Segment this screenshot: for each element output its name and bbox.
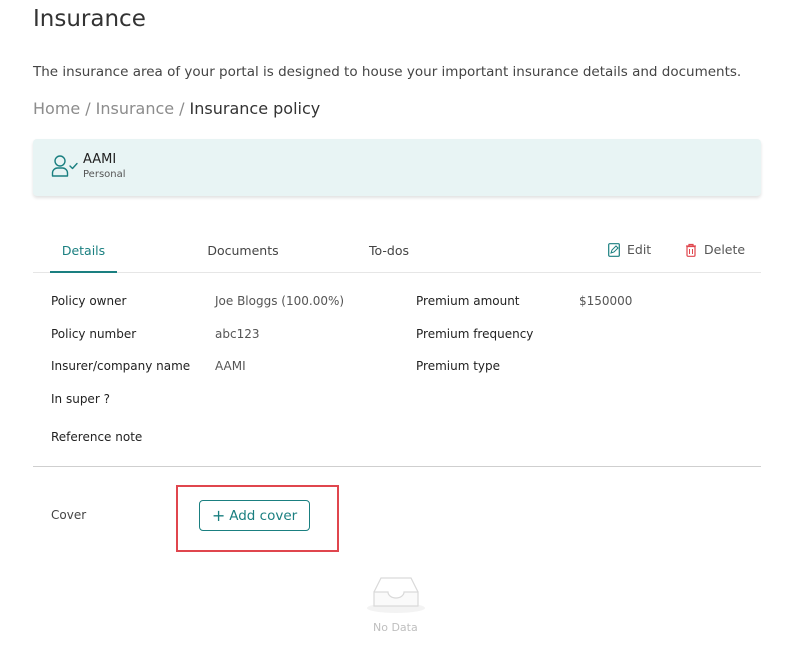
page-title: Insurance bbox=[33, 6, 146, 32]
insurer-label: Insurer/company name bbox=[51, 359, 191, 373]
breadcrumb-separator: / bbox=[85, 99, 91, 118]
delete-button[interactable]: Delete bbox=[685, 242, 745, 257]
trash-icon bbox=[686, 243, 696, 257]
premium-frequency-label: Premium frequency bbox=[416, 327, 534, 341]
reference-note-label: Reference note bbox=[51, 430, 143, 444]
user-check-icon bbox=[51, 155, 78, 177]
insurer-value: AAMI bbox=[215, 359, 246, 373]
edit-button[interactable]: Edit bbox=[608, 242, 651, 257]
plus-icon: + bbox=[211, 505, 226, 525]
policy-number-label: Policy number bbox=[51, 327, 137, 341]
tab-bar: Details Documents To-dos Edit Delete bbox=[33, 230, 761, 273]
cover-label: Cover bbox=[51, 508, 87, 522]
add-cover-label: Add cover bbox=[229, 507, 298, 524]
edit-icon bbox=[608, 242, 620, 257]
section-divider bbox=[33, 466, 761, 467]
add-cover-button[interactable]: + Add cover bbox=[199, 500, 310, 531]
policy-kind: Personal bbox=[83, 169, 126, 180]
tab-todos[interactable]: To-dos bbox=[364, 230, 414, 273]
tab-documents[interactable]: Documents bbox=[205, 230, 281, 273]
tab-details[interactable]: Details bbox=[50, 230, 117, 273]
edit-label: Edit bbox=[627, 242, 652, 257]
policy-card: AAMI Personal bbox=[33, 139, 761, 196]
in-super-label: In super ? bbox=[51, 392, 110, 406]
page-intro: The insurance area of your portal is des… bbox=[33, 64, 742, 80]
breadcrumb-current: Insurance policy bbox=[189, 99, 321, 118]
policy-owner-label: Policy owner bbox=[51, 294, 127, 308]
delete-label: Delete bbox=[704, 242, 746, 257]
policy-number-value: abc123 bbox=[215, 327, 260, 341]
premium-amount-label: Premium amount bbox=[416, 294, 520, 308]
premium-type-label: Premium type bbox=[416, 359, 501, 373]
breadcrumb-separator: / bbox=[179, 99, 185, 118]
breadcrumb-insurance[interactable]: Insurance bbox=[96, 99, 175, 118]
breadcrumb: Home / Insurance / Insurance policy bbox=[33, 99, 320, 118]
insurance-page: Insurance The insurance area of your por… bbox=[0, 0, 787, 656]
empty-inbox-icon bbox=[367, 577, 425, 613]
premium-amount-value: $150000 bbox=[579, 294, 633, 308]
policy-name: AAMI bbox=[83, 152, 117, 167]
breadcrumb-home[interactable]: Home bbox=[33, 99, 80, 118]
no-data-text: No Data bbox=[373, 621, 418, 634]
policy-owner-value: Joe Bloggs (100.00%) bbox=[215, 294, 345, 308]
